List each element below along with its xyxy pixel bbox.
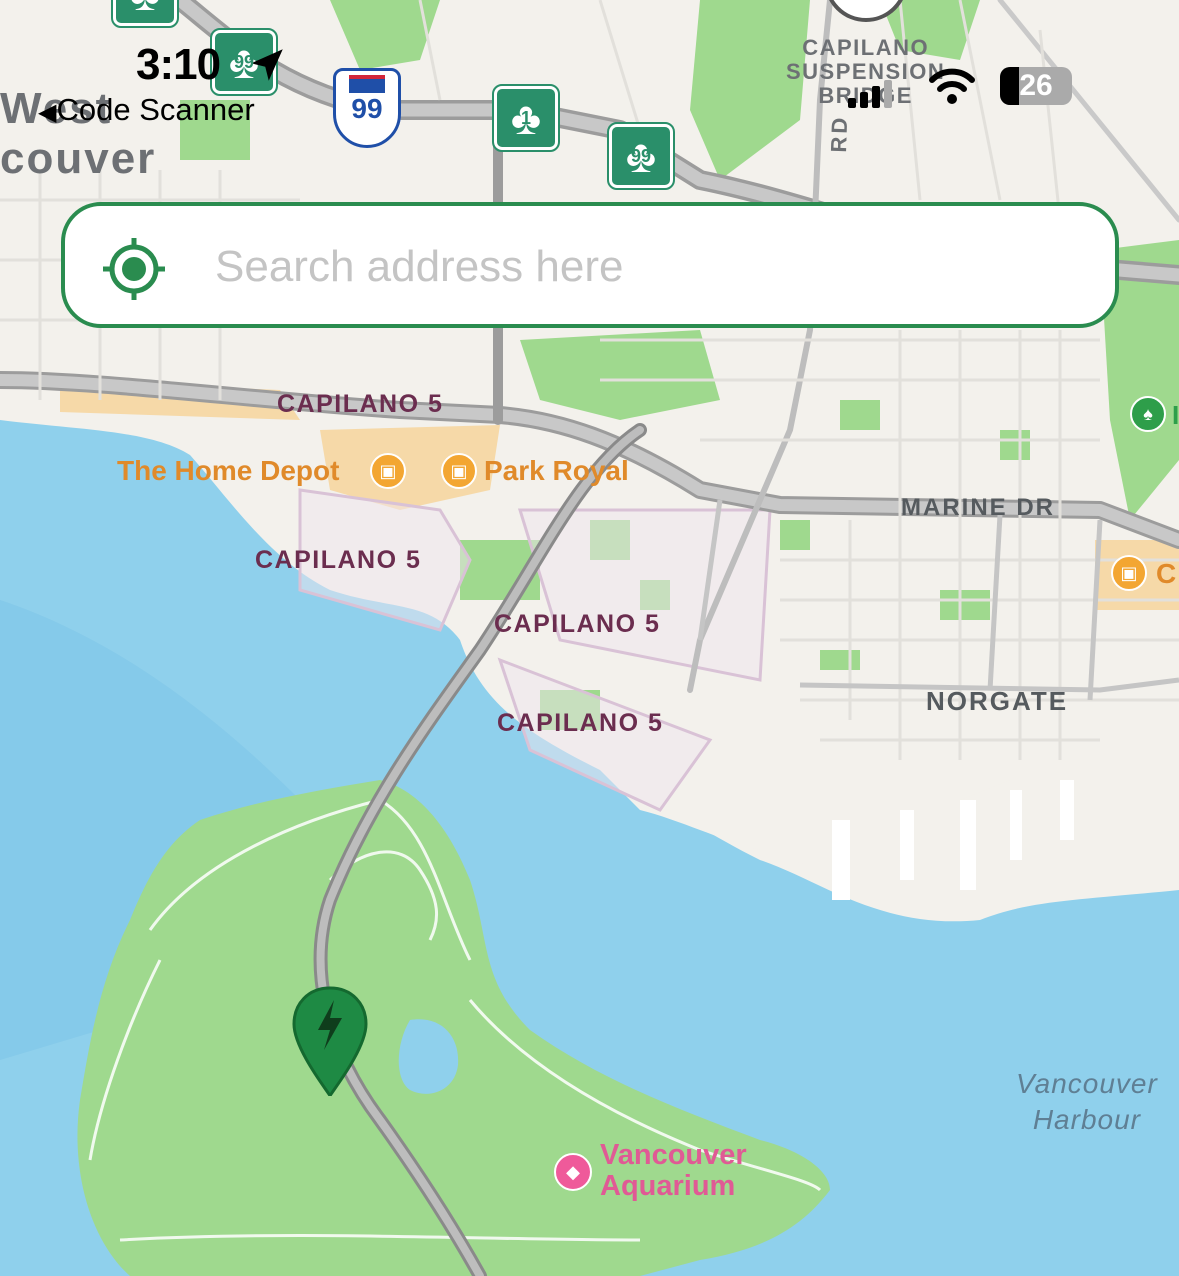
- battery-percent: 26: [1019, 69, 1053, 102]
- poi-label-partial-park[interactable]: I: [1172, 400, 1179, 431]
- place-label-line: couver: [0, 134, 157, 183]
- district-label: CAPILANO 5: [497, 709, 664, 737]
- place-label-line: CAPILANO: [802, 35, 930, 60]
- street-label-norgate: NORGATE: [926, 686, 1069, 716]
- highway-shield-top-left: ♣ 1: [111, 0, 179, 28]
- aquarium-label-line: Vancouver: [600, 1139, 747, 1171]
- search-input[interactable]: [215, 238, 1075, 296]
- district-label: CAPILANO 5: [494, 610, 661, 638]
- search-bar[interactable]: [61, 202, 1119, 328]
- shopping-bag-icon[interactable]: ▣: [1111, 555, 1147, 591]
- wifi-icon: [929, 68, 975, 104]
- district-label: CAPILANO 5: [277, 390, 444, 418]
- back-to-app-link[interactable]: ◀Code Scanner: [38, 92, 255, 128]
- bc-shield-number: 99: [351, 93, 383, 124]
- road-label-rd: RD: [826, 114, 853, 153]
- back-triangle-icon: ◀: [38, 99, 57, 126]
- poi-label-park-royal[interactable]: Park Royal: [484, 455, 629, 487]
- park-tree-icon[interactable]: ♠: [1130, 396, 1166, 432]
- poi-label-vancouver-aquarium[interactable]: Vancouver Aquarium: [600, 1140, 747, 1202]
- shopping-bag-icon[interactable]: ▣: [370, 453, 406, 489]
- water-label-line: Vancouver: [1016, 1068, 1158, 1099]
- locate-me-icon[interactable]: [101, 236, 167, 302]
- bc-highway-shield-99: 99: [333, 68, 401, 148]
- bc-flag-icon: [349, 75, 385, 93]
- status-time: 3:10: [136, 40, 221, 89]
- ev-charger-marker-icon[interactable]: [290, 984, 370, 1102]
- shopping-bag-icon[interactable]: ▣: [441, 453, 477, 489]
- aquarium-label-line: Aquarium: [600, 1170, 736, 1202]
- street-label-marine-dr: MARINE DR: [901, 494, 1055, 521]
- water-label-line: Harbour: [1032, 1104, 1141, 1135]
- battery-indicator: 26: [1000, 67, 1072, 105]
- district-label: CAPILANO 5: [255, 546, 422, 574]
- highway-shield-99: ♣ 99: [607, 122, 675, 190]
- poi-label-home-depot[interactable]: The Home Depot: [117, 455, 339, 487]
- water-label-vancouver-harbour: Vancouver Harbour: [1016, 1066, 1158, 1138]
- cellular-signal-icon: [848, 80, 892, 108]
- highway-shield-1: ♣ 1: [492, 84, 560, 152]
- dolphin-icon[interactable]: ◆: [554, 1153, 592, 1191]
- back-app-label: Code Scanner: [56, 92, 255, 127]
- poi-label-partial-store[interactable]: C: [1156, 558, 1176, 590]
